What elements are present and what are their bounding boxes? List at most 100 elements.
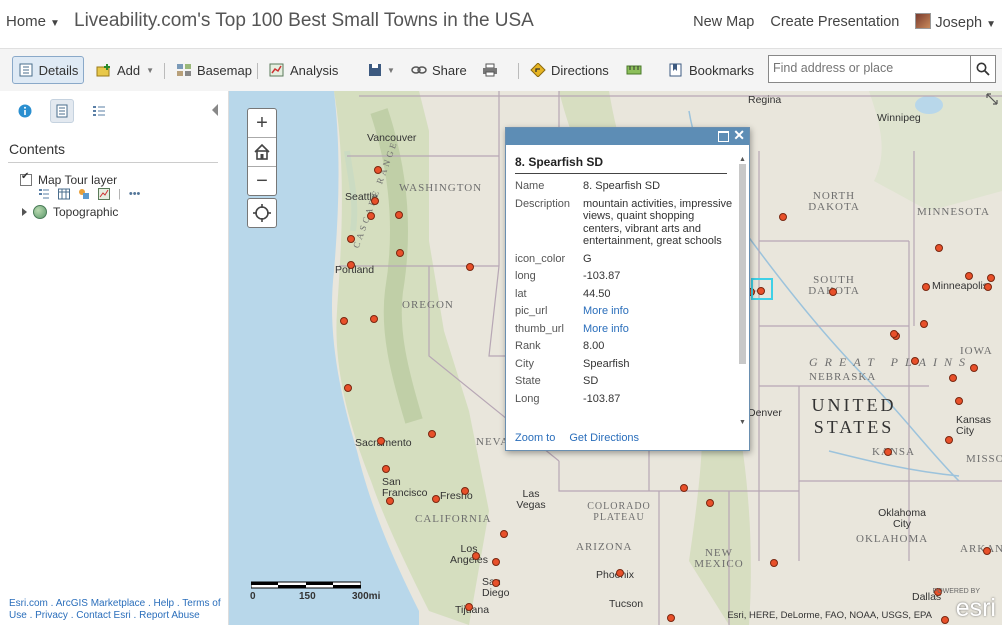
town-marker[interactable] <box>374 166 382 174</box>
town-marker[interactable] <box>492 558 500 566</box>
town-marker[interactable] <box>955 397 963 405</box>
esri-logo[interactable]: esri <box>956 594 996 623</box>
change-style-icon[interactable] <box>78 188 90 200</box>
footer-link[interactable]: Esri.com <box>9 598 48 609</box>
town-marker[interactable] <box>984 283 992 291</box>
town-marker[interactable] <box>965 272 973 280</box>
town-marker[interactable] <box>941 616 949 624</box>
footer-link[interactable]: Privacy <box>35 610 68 621</box>
search-input[interactable] <box>769 56 973 80</box>
town-marker[interactable] <box>945 436 953 444</box>
top-bar: Home ▼ Liveability.com's Top 100 Best Sma… <box>0 0 1002 46</box>
new-map-link[interactable]: New Map <box>693 14 754 30</box>
scroll-up-icon[interactable]: ▲ <box>739 156 746 163</box>
bookmarks-button[interactable]: Bookmarks <box>668 56 754 84</box>
city-label: Minneapolis <box>932 280 989 292</box>
town-marker[interactable] <box>428 430 436 438</box>
town-marker[interactable] <box>779 213 787 221</box>
town-marker[interactable] <box>370 315 378 323</box>
town-marker[interactable] <box>472 552 480 560</box>
scrollbar-thumb[interactable] <box>739 164 746 364</box>
town-marker[interactable] <box>922 283 930 291</box>
analysis-button[interactable]: Analysis <box>269 56 338 84</box>
layer-visibility-checkbox[interactable] <box>20 171 32 186</box>
tab-about[interactable] <box>14 100 36 122</box>
town-marker[interactable] <box>500 530 508 538</box>
collapse-panel-icon[interactable] <box>212 104 218 116</box>
expand-arrow-icon[interactable] <box>22 208 27 216</box>
town-marker[interactable] <box>386 497 394 505</box>
close-icon[interactable]: ✕ <box>733 127 745 144</box>
town-marker[interactable] <box>890 330 898 338</box>
town-marker[interactable] <box>347 235 355 243</box>
add-button[interactable]: Add ▼ <box>96 56 154 84</box>
town-marker[interactable] <box>377 437 385 445</box>
maximize-icon[interactable] <box>718 131 729 142</box>
town-marker[interactable] <box>466 263 474 271</box>
town-marker[interactable] <box>770 559 778 567</box>
print-button[interactable] <box>482 56 503 84</box>
popup-scrollbar[interactable]: ▲ ▼ <box>738 156 747 426</box>
town-marker[interactable] <box>935 244 943 252</box>
tab-contents[interactable] <box>50 99 74 123</box>
region-label: GREAT PLAINS <box>809 355 973 369</box>
town-marker[interactable] <box>920 320 928 328</box>
locate-button[interactable] <box>247 198 277 228</box>
zoom-to-link[interactable]: Zoom to <box>515 432 555 444</box>
town-marker[interactable] <box>382 465 390 473</box>
get-directions-link[interactable]: Get Directions <box>569 432 639 444</box>
town-marker[interactable] <box>340 317 348 325</box>
town-marker[interactable] <box>347 261 355 269</box>
field-link[interactable]: More info <box>583 323 733 336</box>
town-marker[interactable] <box>616 569 624 577</box>
fullscreen-icon[interactable] <box>986 93 998 105</box>
layer-label[interactable]: Map Tour layer <box>38 173 117 187</box>
layer-label[interactable]: Topographic <box>53 205 118 219</box>
more-options-icon[interactable]: ••• <box>129 188 141 200</box>
field-link[interactable]: More info <box>583 305 733 318</box>
town-marker[interactable] <box>461 487 469 495</box>
home-menu[interactable]: Home ▼ <box>6 13 60 30</box>
home-extent-button[interactable] <box>248 138 276 167</box>
town-marker[interactable] <box>395 211 403 219</box>
town-marker[interactable] <box>884 448 892 456</box>
footer-link[interactable]: ArcGIS Marketplace <box>56 598 145 609</box>
town-marker[interactable] <box>949 374 957 382</box>
share-button[interactable]: Share <box>411 56 467 84</box>
town-marker[interactable] <box>367 212 375 220</box>
tab-legend[interactable] <box>88 100 110 122</box>
footer-link[interactable]: Contact Esri <box>76 610 130 621</box>
footer-link[interactable]: Help <box>154 598 175 609</box>
town-marker[interactable] <box>465 603 473 611</box>
zoom-out-button[interactable]: − <box>248 167 276 195</box>
town-marker[interactable] <box>432 495 440 503</box>
town-marker[interactable] <box>680 484 688 492</box>
town-marker[interactable] <box>492 579 500 587</box>
town-marker[interactable] <box>344 384 352 392</box>
scroll-down-icon[interactable]: ▼ <box>739 419 746 426</box>
town-marker[interactable] <box>983 547 991 555</box>
analysis-icon[interactable] <box>98 188 110 200</box>
create-presentation-link[interactable]: Create Presentation <box>770 14 899 30</box>
state-label: OKLAHOMA <box>856 533 929 545</box>
save-button[interactable]: ▼ <box>368 56 395 84</box>
basemap-button[interactable]: Basemap <box>176 56 252 84</box>
user-menu[interactable]: Joseph ▼ <box>915 13 996 31</box>
directions-button[interactable]: Directions <box>530 56 609 84</box>
details-button[interactable]: Details <box>12 56 84 84</box>
town-marker[interactable] <box>911 357 919 365</box>
zoom-in-button[interactable]: + <box>248 109 276 138</box>
measure-button[interactable] <box>626 56 647 84</box>
town-marker[interactable] <box>667 614 675 622</box>
town-marker[interactable] <box>987 274 995 282</box>
town-marker[interactable] <box>396 249 404 257</box>
footer-link[interactable]: Report Abuse <box>139 610 200 621</box>
town-marker[interactable] <box>371 197 379 205</box>
town-marker[interactable] <box>970 364 978 372</box>
search-button[interactable] <box>970 56 995 82</box>
town-marker[interactable] <box>829 288 837 296</box>
chevron-down-icon: ▼ <box>146 65 155 75</box>
table-icon[interactable] <box>58 188 70 200</box>
legend-icon[interactable] <box>38 188 50 200</box>
town-marker[interactable] <box>706 499 714 507</box>
